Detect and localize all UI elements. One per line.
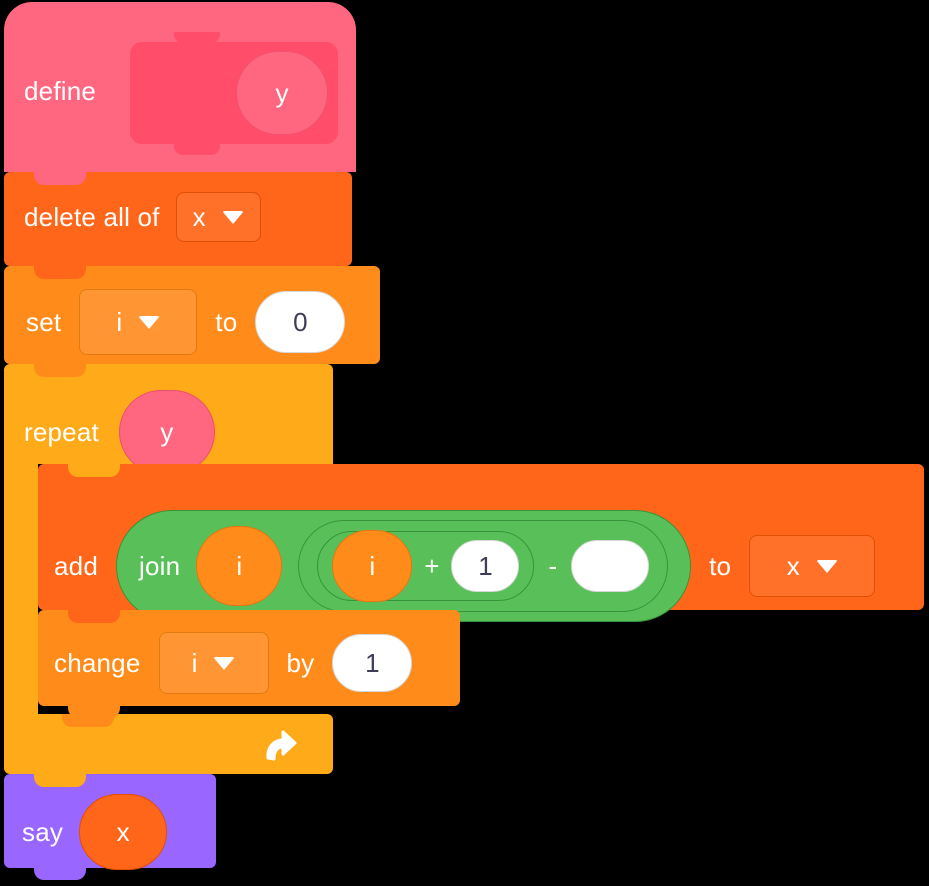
plus-operator-symbol: +	[424, 551, 440, 581]
add-label: add	[54, 551, 98, 581]
repeat-label: repeat	[24, 417, 99, 447]
set-block-row: set i to 0	[26, 289, 346, 355]
add-operand-1[interactable]: i	[332, 530, 413, 602]
say-block[interactable]: say x	[4, 774, 216, 880]
repeat-top-notch	[34, 364, 86, 377]
change-top-notch	[68, 610, 120, 623]
minus-operator-symbol: -	[548, 551, 558, 581]
repeat-times-input[interactable]: y	[118, 390, 215, 474]
change-value-input[interactable]: 1	[332, 634, 413, 692]
subtract-operator-block[interactable]: i + 1 -	[298, 520, 669, 612]
change-block-row: change i by 1	[54, 632, 413, 694]
scratch-script-canvas: define y delete all of x set i to 0 repe…	[0, 0, 929, 886]
change-variable-dropdown[interactable]: i	[158, 632, 269, 694]
set-label: set	[26, 307, 62, 337]
delete-top-notch	[34, 172, 86, 185]
add-list-dropdown-value: x	[786, 550, 800, 581]
delete-all-of-label: delete all of	[24, 202, 160, 232]
repeat-block-header[interactable]: repeat y	[4, 364, 333, 474]
change-by-label: by	[286, 648, 315, 678]
join-operator-block[interactable]: join i i + 1 -	[115, 510, 692, 622]
define-keyword-label: define	[24, 76, 97, 106]
repeat-block-arm	[4, 464, 38, 714]
custom-block-prototype[interactable]: y	[130, 32, 338, 155]
define-block[interactable]: define y	[4, 2, 356, 183]
add-operator-block[interactable]: i + 1	[317, 530, 535, 602]
repeat-block-row: repeat y	[24, 390, 215, 474]
say-label: say	[22, 817, 64, 847]
repeat-block-footer[interactable]	[4, 714, 333, 786]
join-operand-1[interactable]: i	[196, 526, 283, 606]
say-top-notch	[34, 774, 86, 787]
change-variable-dropdown-value: i	[191, 647, 198, 678]
join-label: join	[138, 551, 181, 581]
chevron-down-icon	[815, 559, 838, 573]
add-top-notch	[68, 464, 120, 477]
delete-all-of-block[interactable]: delete all of x	[4, 172, 352, 278]
set-variable-block[interactable]: set i to 0	[4, 266, 380, 376]
change-bottom-notch	[68, 705, 120, 718]
say-value-input[interactable]: x	[79, 794, 168, 870]
chevron-down-icon	[138, 315, 161, 329]
set-to-label: to	[215, 307, 238, 337]
set-top-notch	[34, 266, 86, 279]
delete-list-dropdown-value: x	[192, 201, 206, 232]
say-block-row: say x	[22, 794, 168, 870]
loop-arrow-icon	[266, 730, 297, 761]
prototype-argument-y[interactable]: y	[236, 51, 328, 135]
prototype-top-notch	[174, 32, 220, 43]
prototype-bottom-notch	[174, 143, 220, 155]
add-block-row: add join i i + 1 - to x	[54, 510, 876, 622]
change-variable-block[interactable]: change i by 1	[38, 610, 460, 718]
chevron-down-icon	[213, 656, 236, 670]
add-to-list-block[interactable]: add join i i + 1 - to x	[38, 464, 924, 622]
add-to-label: to	[709, 551, 732, 581]
delete-list-dropdown[interactable]: x	[175, 192, 261, 242]
change-label: change	[54, 648, 141, 678]
chevron-down-icon	[221, 210, 244, 224]
add-list-dropdown[interactable]: x	[749, 535, 876, 597]
set-value-input[interactable]: 0	[255, 291, 346, 353]
set-variable-dropdown-value: i	[116, 306, 123, 337]
delete-block-row: delete all of x	[24, 192, 261, 242]
subtract-operand-2-empty[interactable]	[571, 540, 650, 592]
add-operand-2[interactable]: 1	[451, 540, 520, 592]
set-variable-dropdown[interactable]: i	[79, 289, 198, 355]
